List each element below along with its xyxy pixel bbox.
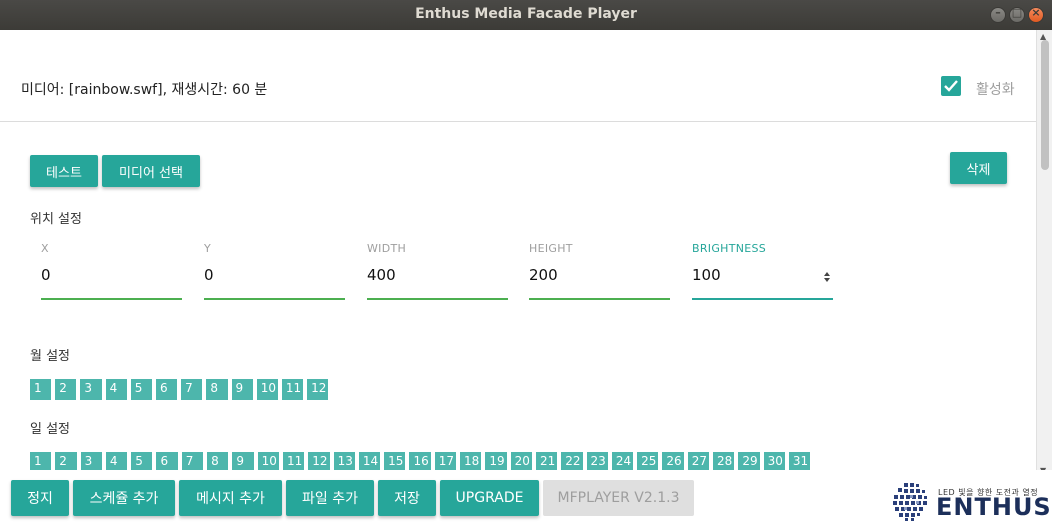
width-field-underline bbox=[367, 298, 508, 300]
day-chip[interactable]: 23 bbox=[586, 452, 608, 470]
month-chip[interactable]: 10 bbox=[256, 379, 278, 400]
month-chip[interactable]: 8 bbox=[206, 379, 228, 400]
logo-sphere-icon bbox=[893, 483, 927, 521]
stop-button[interactable]: 정지 bbox=[11, 480, 69, 516]
add-message-button[interactable]: 메시지 추가 bbox=[179, 480, 282, 516]
brightness-field[interactable]: BRIGHTNESS 100 bbox=[692, 242, 833, 302]
day-chip[interactable]: 25 bbox=[637, 452, 659, 470]
day-chip[interactable]: 18 bbox=[460, 452, 482, 470]
close-icon[interactable]: × bbox=[1028, 6, 1044, 23]
checkmark-icon bbox=[944, 80, 958, 92]
main-content: 미디어: [rainbow.swf], 재생시간: 60 분 활성화 테스트 미… bbox=[0, 30, 1052, 470]
day-section-label: 일 설정 bbox=[30, 422, 71, 437]
add-file-button[interactable]: 파일 추가 bbox=[286, 480, 374, 516]
y-field-value[interactable]: 0 bbox=[204, 266, 214, 284]
media-info-text: 미디어: [rainbow.swf], 재생시간: 60 분 bbox=[21, 82, 268, 98]
month-chip[interactable]: 2 bbox=[55, 379, 77, 400]
day-chip[interactable]: 6 bbox=[156, 452, 178, 470]
day-chip[interactable]: 29 bbox=[738, 452, 760, 470]
day-selector: 1 2 3 4 5 6 7 8 9 10 11 12 13 14 15 16 1… bbox=[30, 452, 811, 470]
day-chip[interactable]: 22 bbox=[561, 452, 583, 470]
day-chip[interactable]: 1 bbox=[30, 452, 52, 470]
day-chip[interactable]: 5 bbox=[131, 452, 153, 470]
month-chip[interactable]: 6 bbox=[155, 379, 178, 400]
window-controls: – □ × bbox=[990, 6, 1044, 23]
month-chip[interactable]: 9 bbox=[231, 379, 253, 400]
day-chip[interactable]: 31 bbox=[788, 452, 811, 470]
day-chip[interactable]: 10 bbox=[257, 452, 279, 470]
brightness-field-label: BRIGHTNESS bbox=[692, 242, 767, 255]
y-field-underline bbox=[204, 298, 345, 300]
y-field-label: Y bbox=[204, 242, 212, 255]
day-chip[interactable]: 26 bbox=[662, 452, 684, 470]
height-field-value[interactable]: 200 bbox=[529, 266, 558, 284]
day-chip[interactable]: 17 bbox=[434, 452, 457, 470]
month-chip[interactable]: 1 bbox=[30, 379, 52, 400]
month-section-label: 월 설정 bbox=[30, 349, 71, 364]
minimize-icon[interactable]: – bbox=[990, 6, 1006, 23]
day-chip[interactable]: 16 bbox=[409, 452, 431, 470]
day-chip[interactable]: 30 bbox=[763, 452, 785, 470]
day-chip[interactable]: 27 bbox=[687, 452, 710, 470]
select-media-button[interactable]: 미디어 선택 bbox=[102, 155, 200, 187]
width-field-label: WIDTH bbox=[367, 242, 407, 255]
day-chip[interactable]: 2 bbox=[55, 452, 77, 470]
month-chip[interactable]: 7 bbox=[181, 379, 203, 400]
delete-button[interactable]: 삭제 bbox=[950, 152, 1007, 184]
month-chip[interactable]: 11 bbox=[281, 379, 304, 400]
month-chip[interactable]: 5 bbox=[130, 379, 152, 400]
day-chip[interactable]: 4 bbox=[105, 452, 128, 470]
day-chip[interactable]: 15 bbox=[384, 452, 406, 470]
day-chip[interactable]: 11 bbox=[282, 452, 305, 470]
day-chip[interactable]: 14 bbox=[358, 452, 381, 470]
month-chip[interactable]: 12 bbox=[307, 379, 329, 400]
version-button: MFPLAYER V2.1.3 bbox=[543, 480, 694, 516]
spinner-arrows-icon[interactable] bbox=[821, 269, 833, 285]
brightness-field-underline bbox=[692, 298, 833, 300]
x-field-label: X bbox=[41, 242, 49, 255]
enthus-logo: LED 빛을 향한 도전과 열정 ENTHUS bbox=[890, 480, 1051, 525]
width-field-value[interactable]: 400 bbox=[367, 266, 396, 284]
window-title: Enthus Media Facade Player bbox=[415, 6, 637, 22]
active-checkbox[interactable] bbox=[941, 76, 961, 96]
vertical-scrollbar[interactable]: ▲ ▼ bbox=[1036, 30, 1052, 480]
add-schedule-button[interactable]: 스케쥴 추가 bbox=[73, 480, 175, 516]
media-header: 미디어: [rainbow.swf], 재생시간: 60 분 활성화 bbox=[0, 38, 1036, 122]
window-titlebar[interactable]: Enthus Media Facade Player – □ × bbox=[0, 0, 1052, 30]
day-chip[interactable]: 20 bbox=[510, 452, 532, 470]
save-button[interactable]: 저장 bbox=[378, 480, 436, 516]
day-chip[interactable]: 8 bbox=[207, 452, 229, 470]
x-field-underline bbox=[41, 298, 182, 300]
brightness-field-value[interactable]: 100 bbox=[692, 266, 721, 284]
x-field[interactable]: X 0 bbox=[41, 242, 182, 302]
maximize-icon[interactable]: □ bbox=[1009, 6, 1025, 23]
day-chip[interactable]: 3 bbox=[80, 452, 102, 470]
position-section-label: 위치 설정 bbox=[30, 212, 82, 227]
day-chip[interactable]: 13 bbox=[333, 452, 355, 470]
month-chip[interactable]: 4 bbox=[105, 379, 127, 400]
day-chip[interactable]: 21 bbox=[535, 452, 558, 470]
day-chip[interactable]: 28 bbox=[713, 452, 735, 470]
month-chip[interactable]: 3 bbox=[80, 379, 102, 400]
day-chip[interactable]: 9 bbox=[232, 452, 254, 470]
scrollbar-thumb[interactable] bbox=[1041, 40, 1049, 170]
width-field[interactable]: WIDTH 400 bbox=[367, 242, 508, 302]
height-field-label: HEIGHT bbox=[529, 242, 573, 255]
month-selector: 1 2 3 4 5 6 7 8 9 10 11 12 bbox=[30, 379, 329, 400]
height-field-underline bbox=[529, 298, 670, 300]
logo-brand: ENTHUS bbox=[936, 493, 1052, 521]
day-chip[interactable]: 7 bbox=[181, 452, 204, 470]
y-field[interactable]: Y 0 bbox=[204, 242, 345, 302]
x-field-value[interactable]: 0 bbox=[41, 266, 51, 284]
active-label: 활성화 bbox=[976, 82, 1015, 98]
test-button[interactable]: 테스트 bbox=[30, 155, 98, 187]
upgrade-button[interactable]: UPGRADE bbox=[440, 480, 539, 516]
day-chip[interactable]: 19 bbox=[485, 452, 507, 470]
day-chip[interactable]: 12 bbox=[308, 452, 330, 470]
height-field[interactable]: HEIGHT 200 bbox=[529, 242, 670, 302]
day-chip[interactable]: 24 bbox=[611, 452, 634, 470]
